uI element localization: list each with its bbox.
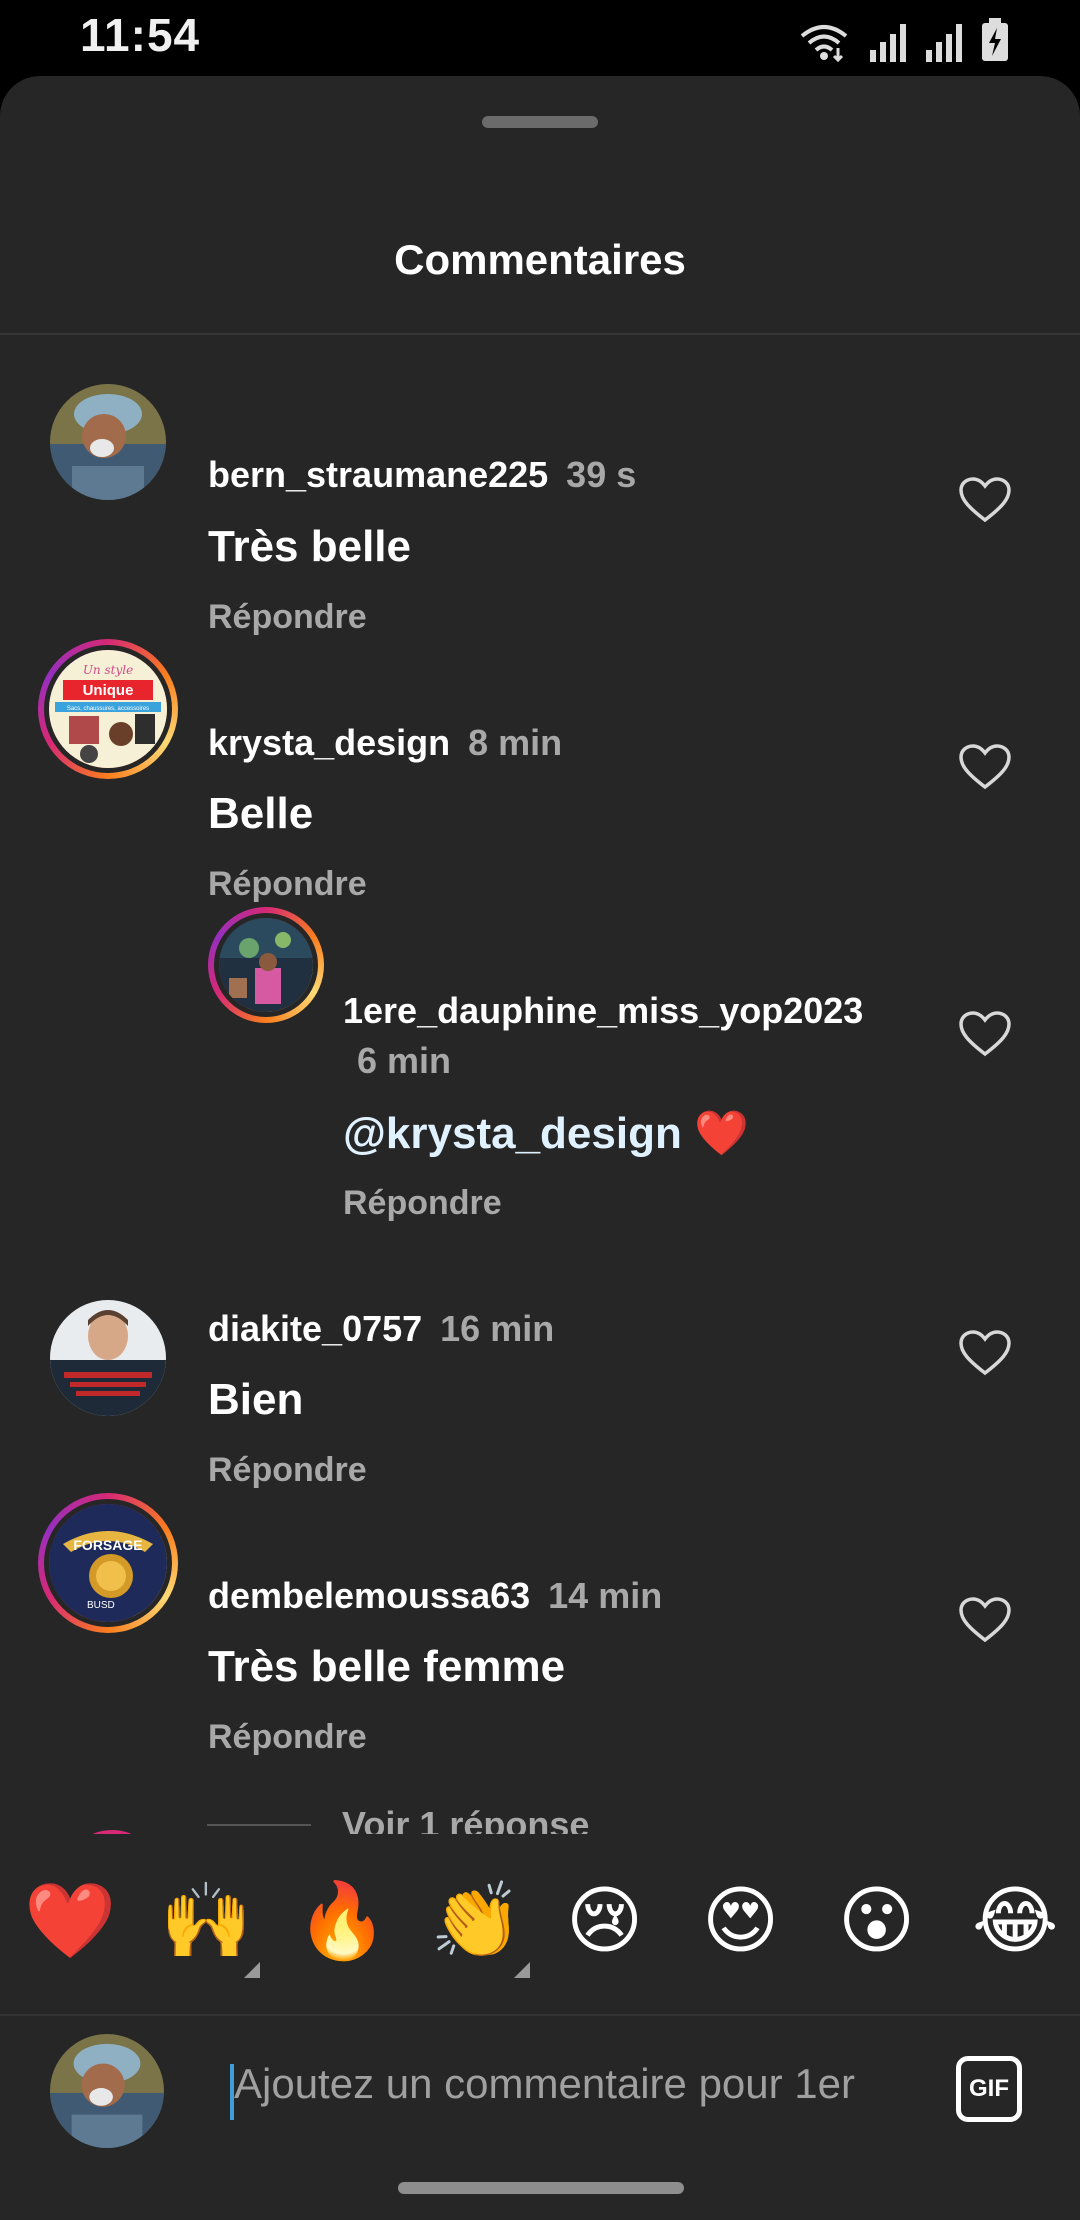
comment-text: Belle	[208, 789, 314, 838]
comment-time: 14 min	[548, 1575, 663, 1616]
comment-time: 16 min	[440, 1308, 555, 1349]
comment-time: 39 s	[566, 454, 637, 495]
header-divider	[0, 333, 1080, 335]
like-heart-icon[interactable]	[958, 743, 1012, 791]
comment-text: @krysta_design ❤️	[343, 1107, 749, 1159]
emoji-surprised[interactable]: 😮	[838, 1884, 915, 1958]
like-heart-icon[interactable]	[958, 1329, 1012, 1377]
comment-username[interactable]: dembelemoussa63	[208, 1575, 530, 1616]
avatar-story-ring[interactable]: Un style Unique Sacs, chaussures, access…	[38, 639, 178, 779]
emoji-fire[interactable]: 🔥	[296, 1884, 388, 1958]
comment-username[interactable]: 1ere_dauphine_miss_yop2023	[343, 990, 863, 1031]
emoji-raising-hands[interactable]: 🙌	[160, 1884, 252, 1958]
comment-username[interactable]: diakite_0757	[208, 1308, 422, 1349]
comment-time: 6 min	[357, 1040, 452, 1081]
drag-handle[interactable]	[482, 116, 598, 128]
comment-time: 8 min	[468, 722, 563, 763]
reply-button[interactable]: Répondre	[208, 1451, 367, 1490]
reply-button[interactable]: Répondre	[343, 1184, 502, 1223]
comment-composer: Ajoutez un commentaire pour 1er GIF	[0, 2014, 1080, 2162]
avatar-text-brand: FORSAGE	[73, 1537, 142, 1553]
comment-text: Bien	[208, 1375, 304, 1424]
avatar-text-brand: Unique	[83, 682, 134, 699]
emoji-laughing[interactable]: 😂	[972, 1884, 1058, 1958]
comment-username[interactable]: bern_straumane225	[208, 454, 548, 495]
status-time: 11:54	[80, 9, 201, 61]
avatar-text-caption: Sacs, chaussures, accessoires	[67, 706, 149, 712]
emoji-clapping[interactable]: 👏	[430, 1884, 522, 1958]
battery-charging-icon	[982, 18, 1008, 61]
avatar[interactable]	[50, 1300, 166, 1416]
view-replies-divider	[207, 1824, 311, 1826]
like-heart-icon[interactable]	[958, 476, 1012, 524]
skin-tone-indicator	[514, 1962, 530, 1978]
signal-icon	[870, 24, 906, 62]
emoji-crying[interactable]: 😢	[566, 1884, 643, 1958]
wifi-icon	[800, 25, 848, 62]
status-icons	[798, 18, 1010, 62]
home-indicator[interactable]	[398, 2182, 684, 2194]
emoji-heart[interactable]: ❤️	[24, 1884, 116, 1958]
avatar-text-tagline: Un style	[83, 663, 133, 677]
gif-button[interactable]: GIF	[956, 2056, 1022, 2122]
mention-link[interactable]: @krysta_design	[343, 1109, 682, 1158]
like-heart-icon[interactable]	[958, 1010, 1012, 1058]
current-user-avatar	[50, 2034, 164, 2148]
reply-button[interactable]: Répondre	[208, 1718, 367, 1757]
system-nav-bar	[0, 2160, 1080, 2220]
avatar-story-ring[interactable]: FORSAGE BUSD	[38, 1493, 178, 1633]
sheet-title: Commentaires	[394, 236, 686, 283]
reply-button[interactable]: Répondre	[208, 598, 367, 637]
avatar-story-ring[interactable]	[208, 907, 324, 1023]
comment-text: Très belle	[208, 522, 412, 571]
signal-icon-2	[926, 24, 962, 62]
avatar-text-token: BUSD	[87, 1600, 115, 1611]
heart-emoji: ❤️	[694, 1108, 749, 1159]
comment-text: Très belle femme	[208, 1642, 566, 1691]
status-bar: 11:54	[0, 0, 1080, 76]
skin-tone-indicator	[244, 1962, 260, 1978]
emoji-heart-eyes[interactable]: 😍	[702, 1884, 779, 1958]
comment-username[interactable]: krysta_design	[208, 722, 450, 763]
comment-input[interactable]: Ajoutez un commentaire pour 1er	[234, 2060, 914, 2108]
like-heart-icon[interactable]	[958, 1596, 1012, 1644]
emoji-quick-bar: ❤️ 🙌 🔥 👏 😢 😍 😮 😂	[0, 1834, 1080, 2014]
reply-button[interactable]: Répondre	[208, 865, 367, 904]
avatar[interactable]	[50, 384, 166, 500]
